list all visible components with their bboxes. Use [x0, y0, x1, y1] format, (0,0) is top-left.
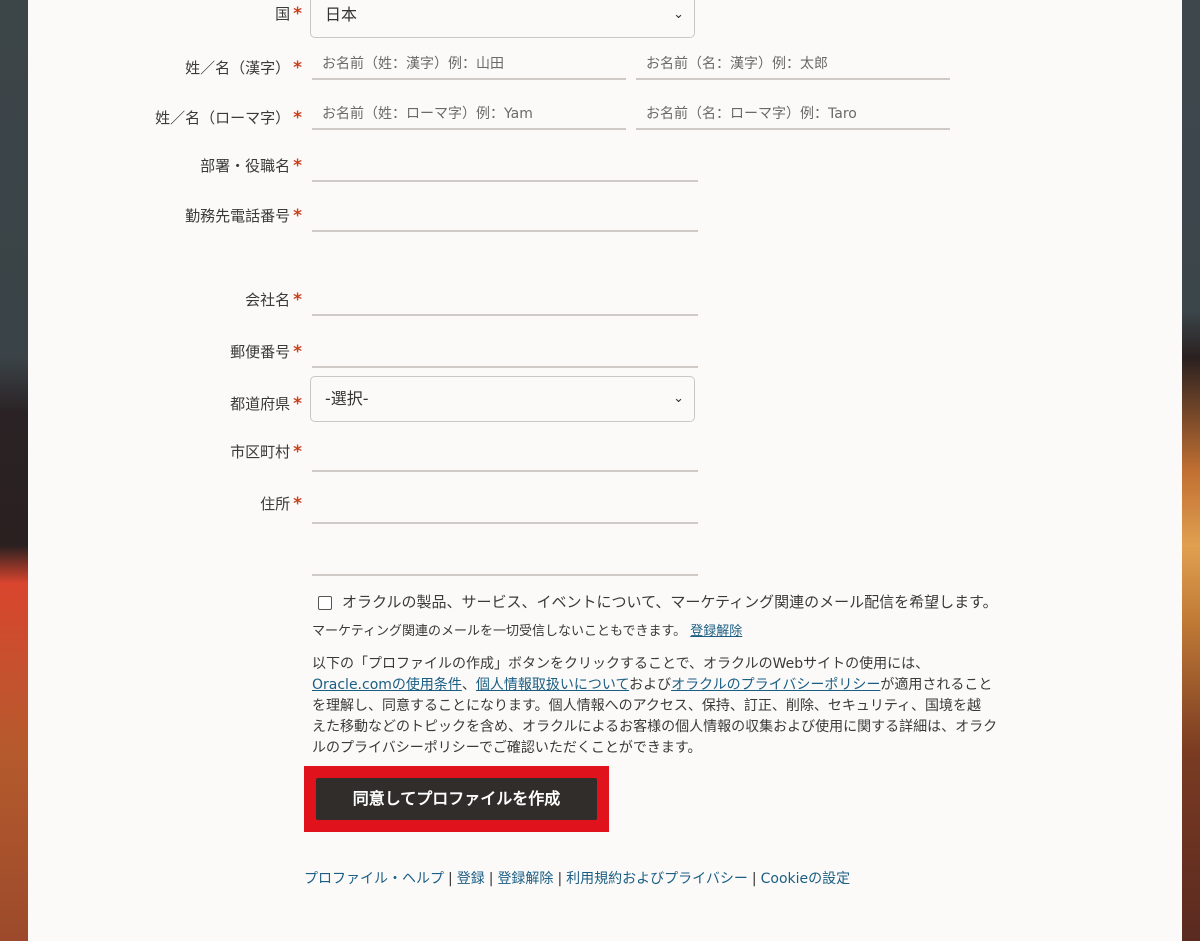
background-right [1182, 0, 1200, 941]
last-name-kanji-input[interactable]: お名前（姓：漢字）例：山田 [312, 48, 626, 80]
terms-line-4: えた移動などのトピックを含め、オラクルによるお客様の個人情報の収集および使用に関… [312, 719, 998, 735]
name-kanji-label: 姓／名（漢字） * [185, 58, 302, 78]
name-roman-label: 姓／名（ローマ字） * [155, 108, 302, 128]
last-name-roman-input[interactable]: お名前（姓：ローマ字）例：Yam [312, 98, 626, 130]
first-name-roman-input[interactable]: お名前（名：ローマ字）例：Taro [636, 98, 950, 130]
background-left [0, 0, 28, 941]
phone-input[interactable] [312, 200, 698, 232]
postal-label: 郵便番号 * [230, 342, 302, 362]
phone-label: 勤務先電話番号 * [185, 206, 302, 226]
footer-link-register[interactable]: 登録 [457, 871, 485, 887]
terms-text: 以下の「プロファイルの作成」ボタンをクリックすることで、オラクルのWebサイトの… [312, 654, 1132, 759]
unsubscribe-note: マーケティング関連のメールを一切受信しないこともできます。 登録解除 [312, 624, 743, 639]
registration-card: 国 * 日本 ⌄ 姓／名（漢字） * お名前（姓：漢字）例：山田 お名前（名：漢字）… [28, 0, 1182, 941]
postal-input[interactable] [312, 336, 698, 368]
country-select-value: 日本 [325, 5, 358, 24]
address-input-2[interactable] [312, 544, 698, 576]
first-name-kanji-input[interactable]: お名前（名：漢字）例：太郎 [636, 48, 950, 80]
company-label: 会社名 * [245, 290, 302, 310]
chevron-down-icon: ⌄ [673, 391, 684, 406]
department-input[interactable] [312, 150, 698, 182]
create-profile-button[interactable]: 同意してプロファイルを作成 [316, 778, 597, 820]
terms-of-use-link[interactable]: Oracle.comの使用条件 [312, 677, 462, 693]
prefecture-label: 都道府県 * [230, 394, 302, 414]
personal-info-link[interactable]: 個人情報取扱いについて [476, 677, 629, 693]
privacy-policy-link[interactable]: オラクルのプライバシーポリシー [671, 677, 880, 693]
prefecture-select[interactable]: -選択- ⌄ [310, 376, 695, 422]
country-label: 国 * [275, 4, 302, 24]
marketing-consent-checkbox[interactable] [318, 596, 332, 610]
submit-highlight-frame: 同意してプロファイルを作成 [304, 766, 609, 832]
prefecture-select-value: -選択- [325, 389, 369, 408]
chevron-down-icon: ⌄ [673, 7, 684, 22]
company-input[interactable] [312, 284, 698, 316]
address-input-1[interactable] [312, 492, 698, 524]
terms-line-3: を理解し、同意することになります。個人情報へのアクセス、保持、訂正、削除、セキュ… [312, 698, 982, 714]
city-input[interactable] [312, 440, 698, 472]
footer-links: プロファイル・ヘルプ | 登録 | 登録解除 | 利用規約およびプライバシー | Cookieの… [304, 871, 851, 887]
footer-link-unsubscribe[interactable]: 登録解除 [497, 871, 553, 887]
address-label: 住所 * [260, 494, 302, 514]
unsubscribe-link[interactable]: 登録解除 [690, 624, 742, 639]
terms-line-2: Oracle.comの使用条件、個人情報取扱いについておよびオラクルのプライバシ… [312, 677, 993, 693]
footer-link-help[interactable]: プロファイル・ヘルプ [304, 871, 444, 887]
city-label: 市区町村 * [230, 442, 302, 462]
footer-link-terms[interactable]: 利用規約およびプライバシー [566, 871, 748, 887]
marketing-consent-label: オラクルの製品、サービス、イベントについて、マーケティング関連のメール配信を希望… [342, 593, 998, 611]
footer-link-cookie[interactable]: Cookieの設定 [761, 871, 851, 887]
department-label: 部署・役職名 * [200, 156, 302, 176]
terms-line-1: 以下の「プロファイルの作成」ボタンをクリックすることで、オラクルのWebサイトの… [312, 656, 930, 672]
terms-line-5: ルのプライバシーポリシーでご確認いただくことができます。 [312, 740, 702, 756]
country-select[interactable]: 日本 ⌄ [310, 0, 695, 38]
